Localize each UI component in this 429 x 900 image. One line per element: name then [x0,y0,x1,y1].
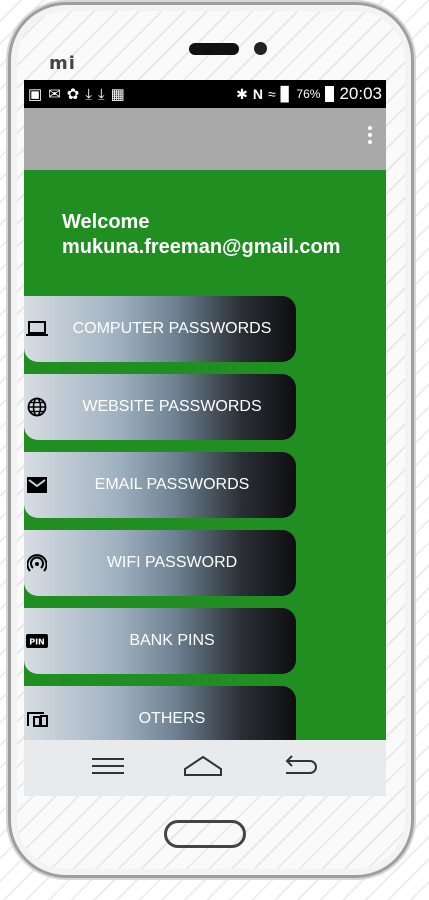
physical-home-button[interactable] [164,820,246,848]
back-icon[interactable] [282,754,318,782]
notification-icons: ▣ ✉ ✿ ⤓ ⤓ ▦ [28,87,125,102]
screen: ▣ ✉ ✿ ⤓ ⤓ ▦ ✱ N ≈ ▊ 76% 20:03 Welcome mu… [24,80,386,796]
website-passwords-label: WEBSITE PASSWORDS [82,398,262,415]
website-passwords-button[interactable]: WEBSITE PASSWORDS [24,374,296,440]
email-passwords-button[interactable]: EMAIL PASSWORDS [24,452,296,518]
front-camera [254,42,267,55]
overflow-menu-icon[interactable] [368,126,374,144]
signal-icon: ▊ [280,85,292,102]
bank-pins-label: BANK PINS [129,632,215,649]
nfc-icon: N [252,86,263,102]
home-icon[interactable] [183,755,223,782]
clock: 20:03 [339,84,382,103]
welcome-header: Welcome mukuna.freeman@gmail.com [62,210,340,260]
bluetooth-icon: ✱ [236,85,248,102]
download-icon-2: ⤓ [97,85,105,103]
main-content: Welcome mukuna.freeman@gmail.com COMPUTE… [24,170,386,752]
laptop-icon [26,318,48,340]
image-icon: ▦ [110,85,125,103]
brand-logo: mi [49,53,76,74]
leaf-icon: ✿ [66,85,80,103]
devices-icon [26,708,48,730]
globe-icon [26,396,48,418]
add-notification-icon: ▣ [28,85,43,103]
wifi-password-button[interactable]: WIFI PASSWORD [24,530,296,596]
bank-pins-button[interactable]: PIN BANK PINS [24,608,296,674]
menu-icon[interactable] [91,756,124,781]
mail-icon [26,474,48,496]
welcome-title: Welcome [62,211,150,233]
battery-icon [325,86,335,102]
app-bar [24,108,386,170]
user-email: mukuna.freeman@gmail.com [62,236,341,258]
earpiece-speaker [189,43,239,55]
wifi-icon: ≈ [267,86,276,102]
navigation-bar [24,740,386,796]
status-bar: ▣ ✉ ✿ ⤓ ⤓ ▦ ✱ N ≈ ▊ 76% 20:03 [24,80,386,108]
message-icon: ✉ [48,85,61,103]
battery-percent: 76% [296,87,321,101]
download-icon: ⤓ [85,85,92,103]
computer-passwords-button[interactable]: COMPUTER PASSWORDS [24,296,296,362]
email-passwords-label: EMAIL PASSWORDS [94,476,250,493]
pin-icon: PIN [26,630,48,652]
svg-text:PIN: PIN [29,638,45,647]
system-icons: ✱ N ≈ ▊ 76% 20:03 [236,84,382,104]
computer-passwords-label: COMPUTER PASSWORDS [72,320,272,337]
wifi-password-label: WIFI PASSWORD [106,554,238,571]
others-label: OTHERS [138,710,206,727]
wifi-tethering-icon [26,552,48,574]
